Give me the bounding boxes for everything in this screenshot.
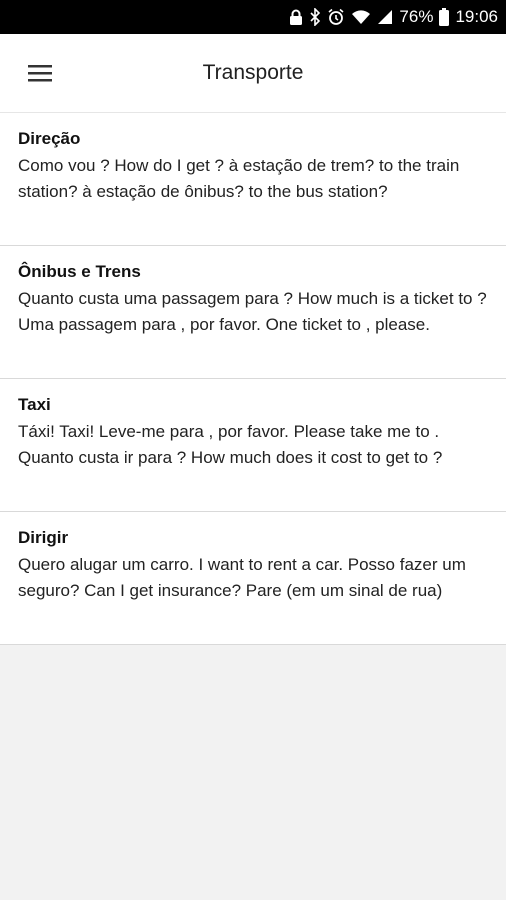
item-title: Ônibus e Trens [18,262,141,281]
clock: 19:06 [455,7,498,26]
page-title: Transporte [202,61,304,84]
category-list: Direção Como vou ? How do I get ? à esta… [0,113,506,645]
item-title: Dirigir [18,528,69,547]
alarm-icon [327,8,345,26]
list-item[interactable]: Direção Como vou ? How do I get ? à esta… [0,113,506,246]
battery-level: 76% [399,7,434,26]
item-title: Taxi [18,395,51,414]
list-item[interactable]: Dirigir Quero alugar um carro. I want to… [0,512,506,645]
item-description: Como vou ? How do I get ? à estação de t… [18,156,460,201]
item-title: Direção [18,129,81,148]
battery-icon [439,8,450,26]
list-item[interactable]: Taxi Táxi! Taxi! Leve-me para , por favo… [0,379,506,512]
item-description: Táxi! Taxi! Leve-me para , por favor. Pl… [18,422,443,467]
lock-icon [289,9,303,25]
wifi-icon [351,9,371,25]
app-bar: Transporte [0,34,506,113]
signal-icon [377,9,393,25]
item-description: Quanto custa uma passagem para ? How muc… [18,289,487,334]
hamburger-menu-icon[interactable] [12,45,68,101]
item-description: Quero alugar um carro. I want to rent a … [18,555,466,600]
bluetooth-icon [309,8,321,26]
list-item[interactable]: Ônibus e Trens Quanto custa uma passagem… [0,246,506,379]
status-bar: 76% 19:06 [0,0,506,34]
